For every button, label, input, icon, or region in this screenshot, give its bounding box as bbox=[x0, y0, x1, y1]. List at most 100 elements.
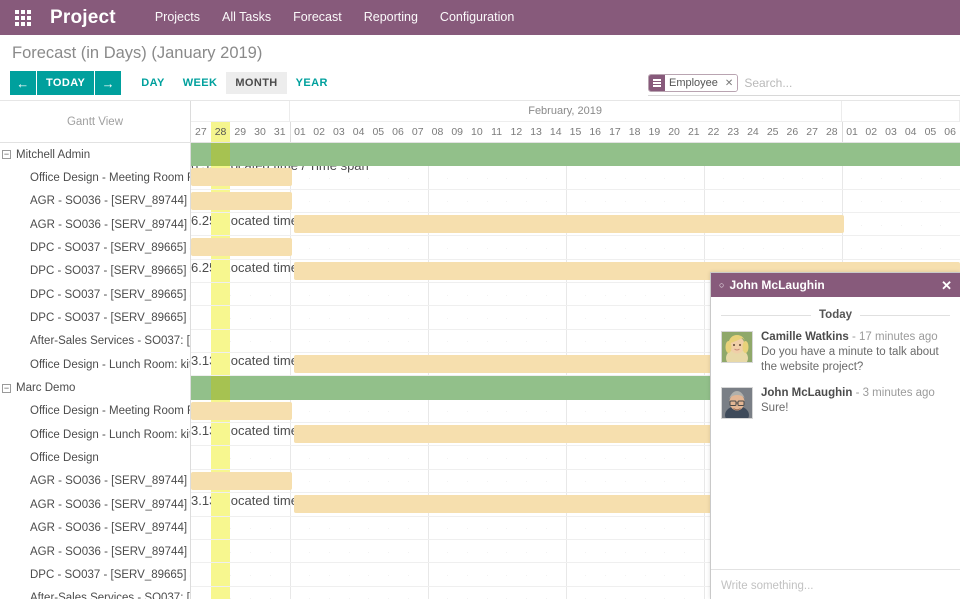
scale-week[interactable]: WEEK bbox=[174, 72, 227, 94]
gantt-day-cell[interactable]: 13 bbox=[526, 122, 546, 142]
gantt-row-label-cell[interactable]: Office Design - Lunch Room: kitche bbox=[0, 423, 191, 446]
collapse-toggle-icon[interactable]: − bbox=[2, 150, 11, 159]
search-facet-employee[interactable]: Employee ✕ bbox=[648, 74, 738, 92]
gantt-day-cell[interactable]: 10 bbox=[467, 122, 487, 142]
gantt-row-label-cell[interactable]: AGR - SO036 - [SERV_89744] Sen bbox=[0, 190, 191, 213]
gantt-task-row[interactable]: AGR - SO036 - [SERV_89744] Sen6.25Alloca… bbox=[0, 213, 960, 236]
gantt-day-cell[interactable]: 28 bbox=[211, 122, 231, 142]
gantt-row-label-cell[interactable]: DPC - SO037 - [SERV_89665] Juni bbox=[0, 306, 191, 329]
gantt-task-row[interactable]: DPC - SO037 - [SERV_89665] Juni bbox=[0, 236, 960, 259]
gantt-day-cell[interactable]: 05 bbox=[368, 122, 388, 142]
gantt-day-cell[interactable]: 01 bbox=[290, 122, 310, 142]
gantt-row-label-cell[interactable]: Office Design - Lunch Room: kitche bbox=[0, 353, 191, 376]
gantt-day-cell[interactable]: 14 bbox=[546, 122, 566, 142]
gantt-row-label-cell[interactable]: DPC - SO037 - [SERV_89665] Juni bbox=[0, 260, 191, 283]
scale-month[interactable]: MONTH bbox=[226, 72, 286, 94]
gantt-day-cell[interactable]: 08 bbox=[428, 122, 448, 142]
gantt-day-cell[interactable]: 27 bbox=[802, 122, 822, 142]
gantt-day-cell[interactable]: 16 bbox=[585, 122, 605, 142]
gantt-day-cell[interactable]: 03 bbox=[881, 122, 901, 142]
scale-day[interactable]: DAY bbox=[132, 72, 173, 94]
gantt-group-bar[interactable] bbox=[191, 143, 960, 166]
gantt-day-cell[interactable]: 29 bbox=[230, 122, 250, 142]
gantt-task-row[interactable]: Office Design - Meeting Room Furn bbox=[0, 166, 960, 189]
gantt-day-cell[interactable]: 06 bbox=[940, 122, 960, 142]
collapse-toggle-icon[interactable]: − bbox=[2, 384, 11, 393]
gantt-row-label-cell[interactable]: AGR - SO036 - [SERV_89744] Sen bbox=[0, 540, 191, 563]
gantt-row-lane[interactable] bbox=[191, 190, 960, 213]
gantt-day-cell[interactable]: 12 bbox=[506, 122, 526, 142]
gantt-gridline bbox=[526, 341, 527, 342]
menu-item-configuration[interactable]: Configuration bbox=[429, 0, 525, 35]
gantt-group-row[interactable]: −Mitchell Admin15.63Allocated time / Tim… bbox=[0, 143, 960, 166]
gantt-day-cell[interactable]: 22 bbox=[704, 122, 724, 142]
gantt-row-label-cell[interactable]: Office Design - Meeting Room Furn bbox=[0, 400, 191, 423]
gantt-row-label-cell[interactable]: DPC - SO037 - [SERV_89665] Juni bbox=[0, 283, 191, 306]
menu-item-projects[interactable]: Projects bbox=[144, 0, 211, 35]
gantt-row-label-cell[interactable]: Office Design bbox=[0, 446, 191, 469]
gantt-row-lane[interactable] bbox=[191, 166, 960, 189]
gantt-row-label-cell[interactable]: AGR - SO036 - [SERV_89744] Sen bbox=[0, 517, 191, 540]
gantt-task-bar[interactable] bbox=[191, 192, 292, 210]
gantt-row-label-cell[interactable]: Office Design - Meeting Room Furn bbox=[0, 166, 191, 189]
gantt-day-cell[interactable]: 04 bbox=[349, 122, 369, 142]
gantt-row-lane[interactable]: 6.25Allocated time / Time span bbox=[191, 213, 960, 236]
gantt-row-lane[interactable] bbox=[191, 236, 960, 259]
gantt-day-cell[interactable]: 25 bbox=[763, 122, 783, 142]
gantt-day-cell[interactable]: 28 bbox=[822, 122, 842, 142]
gantt-row-label-cell[interactable]: AGR - SO036 - [SERV_89744] Sen bbox=[0, 213, 191, 236]
chat-input[interactable] bbox=[721, 580, 950, 592]
gantt-row-label-cell[interactable]: DPC - SO037 - [SERV_89665] Juni bbox=[0, 236, 191, 259]
gantt-day-cell[interactable]: 19 bbox=[645, 122, 665, 142]
gantt-row-label-cell[interactable]: AGR - SO036 - [SERV_89744] Sen bbox=[0, 470, 191, 493]
gantt-row-label-cell[interactable]: −Mitchell Admin bbox=[0, 143, 191, 166]
grid-apps-icon[interactable] bbox=[0, 10, 46, 26]
menu-item-reporting[interactable]: Reporting bbox=[353, 0, 429, 35]
app-brand[interactable]: Project bbox=[46, 7, 116, 29]
gantt-day-cell[interactable]: 05 bbox=[921, 122, 941, 142]
gantt-day-cell[interactable]: 20 bbox=[664, 122, 684, 142]
gantt-task-bar[interactable] bbox=[191, 238, 292, 256]
gantt-row-label-cell[interactable]: After-Sales Services - SO037: [SER bbox=[0, 587, 191, 599]
gantt-day-cell[interactable]: 15 bbox=[566, 122, 586, 142]
gantt-task-bar[interactable] bbox=[294, 215, 844, 233]
gantt-day-cell[interactable]: 21 bbox=[684, 122, 704, 142]
gantt-day-cell[interactable]: 09 bbox=[447, 122, 467, 142]
close-icon[interactable]: ✕ bbox=[941, 279, 952, 292]
gantt-task-bar[interactable] bbox=[191, 168, 292, 186]
gantt-day-cell[interactable]: 04 bbox=[901, 122, 921, 142]
gantt-task-row[interactable]: AGR - SO036 - [SERV_89744] Sen bbox=[0, 190, 960, 213]
gantt-day-cell[interactable]: 30 bbox=[250, 122, 270, 142]
today-button[interactable]: TODAY bbox=[37, 71, 94, 95]
gantt-day-cell[interactable]: 26 bbox=[783, 122, 803, 142]
gantt-day-cell[interactable]: 18 bbox=[625, 122, 645, 142]
gantt-row-label-cell[interactable]: DPC - SO037 - [SERV_89665] Juni bbox=[0, 563, 191, 586]
gantt-task-bar[interactable] bbox=[191, 402, 292, 420]
gantt-day-cell[interactable]: 11 bbox=[487, 122, 507, 142]
next-period-button[interactable]: → bbox=[95, 71, 121, 95]
gantt-day-cell[interactable]: 02 bbox=[309, 122, 329, 142]
gantt-row-lane[interactable]: 15.63Allocated time / Time span6.55Alloc… bbox=[191, 143, 960, 166]
prev-period-button[interactable]: ← bbox=[10, 71, 36, 95]
gantt-row-label-cell[interactable]: −Marc Demo bbox=[0, 376, 191, 399]
gantt-day-cell[interactable]: 31 bbox=[270, 122, 290, 142]
menu-item-forecast[interactable]: Forecast bbox=[282, 0, 353, 35]
gantt-day-cell[interactable]: 02 bbox=[861, 122, 881, 142]
gantt-row-label-cell[interactable]: AGR - SO036 - [SERV_89744] Sen bbox=[0, 493, 191, 516]
facet-remove-icon[interactable]: ✕ bbox=[722, 75, 737, 91]
chat-header[interactable]: ○ John McLaughin ✕ bbox=[711, 273, 960, 297]
gantt-day-cell[interactable]: 27 bbox=[191, 122, 211, 142]
gantt-day-cell[interactable]: 24 bbox=[743, 122, 763, 142]
gantt-day-cell[interactable]: 03 bbox=[329, 122, 349, 142]
gantt-day-cell[interactable]: 17 bbox=[605, 122, 625, 142]
gantt-task-bar[interactable] bbox=[191, 472, 292, 490]
gantt-day-cell[interactable]: 23 bbox=[723, 122, 743, 142]
gantt-day-cell[interactable]: 01 bbox=[842, 122, 862, 142]
search-input[interactable] bbox=[738, 76, 960, 90]
scale-year[interactable]: YEAR bbox=[287, 72, 337, 94]
menu-item-all-tasks[interactable]: All Tasks bbox=[211, 0, 282, 35]
gantt-row-label-cell[interactable]: After-Sales Services - SO037: [SER bbox=[0, 330, 191, 353]
gantt-day-cell[interactable]: 07 bbox=[408, 122, 428, 142]
chat-message-header: Camille Watkins - 17 minutes ago bbox=[761, 331, 950, 343]
gantt-day-cell[interactable]: 06 bbox=[388, 122, 408, 142]
